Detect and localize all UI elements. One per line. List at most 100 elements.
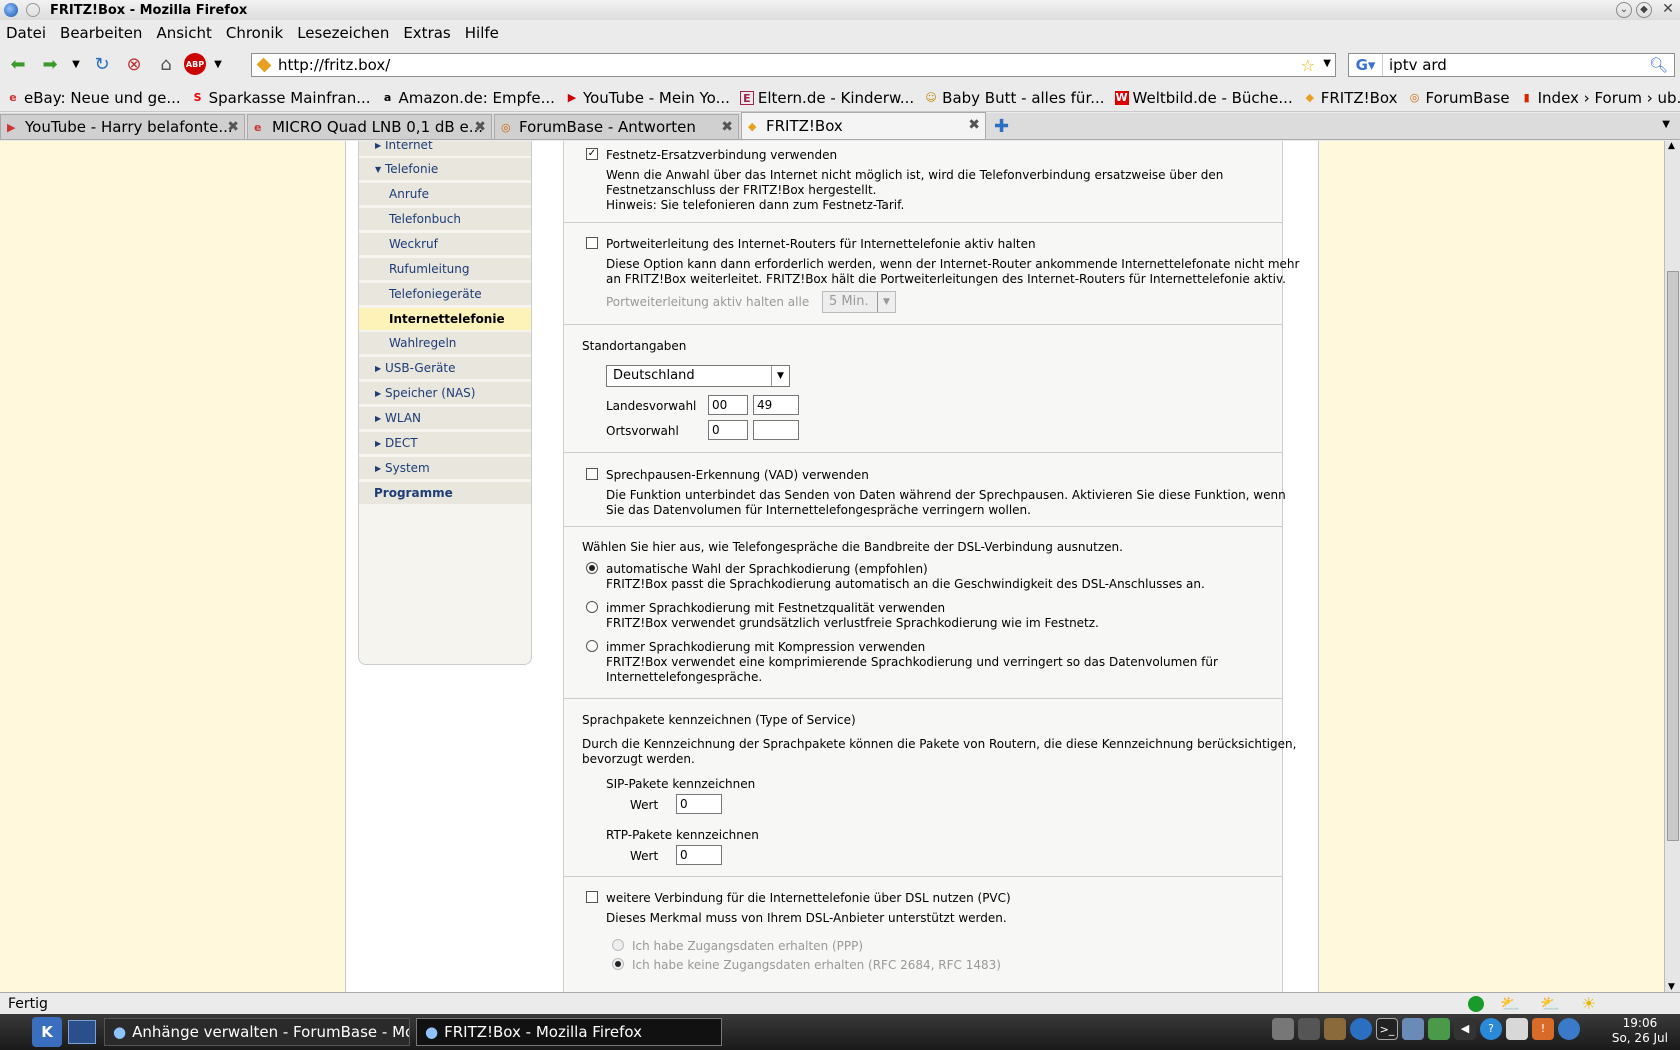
tab-youtube[interactable]: ▶ YouTube - Harry belafonte... ✖ bbox=[0, 114, 245, 139]
country-select[interactable]: Deutschland ▼ bbox=[606, 365, 790, 387]
bookmark-item[interactable]: ▮ Index › Forum › ub... bbox=[1520, 89, 1680, 107]
new-tab-button[interactable]: ✚ bbox=[988, 114, 1018, 139]
close-tab-icon[interactable]: ✖ bbox=[474, 119, 486, 135]
close-tab-icon[interactable]: ✖ bbox=[968, 117, 980, 133]
bookmark-item[interactable]: e eBay: Neue und ge... bbox=[6, 89, 180, 107]
window-menu-icon[interactable] bbox=[26, 3, 40, 17]
rtp-wert-input[interactable]: 0 bbox=[676, 845, 722, 865]
url-dropdown-icon[interactable]: ▼ bbox=[1323, 58, 1331, 69]
taskbar-fritzbox-window[interactable]: ● FRITZ!Box - Mozilla Firefox bbox=[416, 1018, 722, 1046]
history-dropdown-icon[interactable]: ▼ bbox=[68, 50, 84, 78]
search-bar[interactable]: G▾ iptv ard 🔍︎ bbox=[1348, 53, 1675, 77]
pager-icon[interactable] bbox=[1298, 1018, 1320, 1040]
nav-telefonie[interactable]: ▼ Telefonie bbox=[359, 158, 531, 180]
mail-icon[interactable] bbox=[1402, 1018, 1424, 1040]
browser-icon[interactable] bbox=[1350, 1018, 1372, 1040]
bookmark-item[interactable]: S Sparkasse Mainfran... bbox=[191, 89, 371, 107]
festnetz-checkbox[interactable]: ✓ bbox=[586, 148, 598, 160]
landesvorwahl-input[interactable]: 49 bbox=[753, 395, 799, 415]
search-icon[interactable]: 🔍︎ bbox=[1649, 56, 1668, 74]
update-icon[interactable]: ? bbox=[1480, 1018, 1502, 1040]
weather-sun-icon[interactable]: ☀ bbox=[1582, 994, 1596, 1013]
pvc-checkbox[interactable] bbox=[586, 891, 598, 903]
menu-hilfe[interactable]: Hilfe bbox=[465, 24, 499, 42]
nav-internet[interactable]: ▶ Internet bbox=[359, 141, 531, 156]
show-desktop-icon[interactable] bbox=[68, 1020, 96, 1044]
bookmark-star-icon[interactable]: ☆ bbox=[1301, 56, 1315, 75]
bookmark-item[interactable]: ◎ ForumBase bbox=[1408, 89, 1510, 107]
nav-telefoniegeraete[interactable]: Telefoniegeräte bbox=[359, 283, 531, 305]
weather-cloud-sun-icon[interactable]: ⛅ bbox=[1540, 994, 1560, 1013]
sip-wert-input[interactable]: 0 bbox=[676, 794, 722, 814]
menu-ansicht[interactable]: Ansicht bbox=[156, 24, 211, 42]
volume-icon[interactable]: ◀ bbox=[1454, 1018, 1476, 1040]
nav-weckruf[interactable]: Weckruf bbox=[359, 233, 531, 255]
menu-lesezeichen[interactable]: Lesezeichen bbox=[297, 24, 389, 42]
menu-datei[interactable]: Datei bbox=[6, 24, 46, 42]
nav-telefonbuch[interactable]: Telefonbuch bbox=[359, 208, 531, 230]
page-scrollbar[interactable]: ▲ ▼ bbox=[1664, 141, 1680, 992]
bookmark-item[interactable]: a Amazon.de: Empfe... bbox=[381, 89, 555, 107]
nav-wlan[interactable]: ▶ WLAN bbox=[359, 407, 531, 429]
forward-icon[interactable]: ➡ bbox=[36, 50, 64, 78]
codec-auto-radio[interactable] bbox=[586, 562, 598, 574]
menu-bearbeiten[interactable]: Bearbeiten bbox=[60, 24, 142, 42]
kde-menu-icon[interactable]: K bbox=[32, 1017, 62, 1047]
bookmark-item[interactable]: ◆ FRITZ!Box bbox=[1303, 89, 1397, 107]
nav-internettelefonie[interactable]: Internettelefonie bbox=[359, 308, 531, 330]
url-text[interactable]: http://fritz.box/ bbox=[278, 56, 390, 74]
pvc-ppp-radio[interactable] bbox=[612, 939, 624, 951]
close-window-icon[interactable]: ✕ bbox=[1660, 2, 1676, 18]
search-engine-icon[interactable]: G▾ bbox=[1349, 54, 1383, 76]
reload-icon[interactable]: ↻ bbox=[88, 50, 116, 78]
pager-icon[interactable] bbox=[1272, 1018, 1294, 1040]
tab-forumbase[interactable]: ◎ ForumBase - Antworten ✖ bbox=[494, 114, 739, 139]
ortsvorwahl-input[interactable] bbox=[753, 420, 799, 440]
home-icon[interactable]: ⌂ bbox=[152, 50, 180, 78]
portweiterleitung-checkbox[interactable] bbox=[586, 237, 598, 249]
scroll-up-icon[interactable]: ▲ bbox=[1668, 141, 1675, 151]
terminal-icon[interactable]: >_ bbox=[1376, 1018, 1398, 1040]
close-tab-icon[interactable]: ✖ bbox=[227, 119, 239, 135]
adblock-icon[interactable]: ABP bbox=[184, 53, 206, 75]
notes-icon[interactable] bbox=[1506, 1018, 1528, 1040]
nav-speicher[interactable]: ▶ Speicher (NAS) bbox=[359, 382, 531, 404]
close-tab-icon[interactable]: ✖ bbox=[721, 119, 733, 135]
menu-extras[interactable]: Extras bbox=[403, 24, 450, 42]
network-icon[interactable] bbox=[1324, 1018, 1346, 1040]
vad-checkbox[interactable] bbox=[586, 468, 598, 480]
clock[interactable]: 19:06 So, 26 Jul bbox=[1612, 1016, 1668, 1046]
scroll-down-icon[interactable]: ▼ bbox=[1668, 982, 1675, 992]
stop-icon[interactable]: ⊗ bbox=[120, 50, 148, 78]
search-input[interactable]: iptv ard bbox=[1389, 56, 1447, 74]
nav-programme[interactable]: Programme bbox=[359, 482, 531, 504]
alert-icon[interactable]: ! bbox=[1532, 1018, 1554, 1040]
nav-anrufe[interactable]: Anrufe bbox=[359, 183, 531, 205]
tab-micro-lnb[interactable]: e MICRO Quad LNB 0,1 dB e... ✖ bbox=[247, 114, 492, 139]
scrollbar-thumb[interactable] bbox=[1667, 271, 1679, 841]
nav-system[interactable]: ▶ System bbox=[359, 457, 531, 479]
menu-chronik[interactable]: Chronik bbox=[226, 24, 283, 42]
pvc-rfc-radio[interactable] bbox=[612, 958, 624, 970]
bookmark-item[interactable]: ▶ YouTube - Mein Yo... bbox=[565, 89, 730, 107]
clipboard-icon[interactable] bbox=[1428, 1018, 1450, 1040]
url-bar[interactable]: http://fritz.box/ ☆ ▼ bbox=[251, 53, 1336, 77]
taskbar-forumbase-window[interactable]: ● Anhänge verwalten - ForumBase - Mozil bbox=[104, 1018, 410, 1046]
bookmark-item[interactable]: W Weltbild.de - Büche... bbox=[1114, 89, 1293, 107]
tab-fritzbox[interactable]: ◆ FRITZ!Box ✖ bbox=[741, 112, 986, 139]
bookmark-item[interactable]: E Eltern.de - Kinderw... bbox=[739, 89, 914, 107]
minimize-icon[interactable]: ⌄ bbox=[1616, 2, 1632, 18]
codec-festnetz-radio[interactable] bbox=[586, 601, 598, 613]
back-icon[interactable]: ⬅ bbox=[4, 50, 32, 78]
adblock-dropdown-icon[interactable]: ▼ bbox=[210, 50, 226, 78]
nav-wahlregeln[interactable]: Wahlregeln bbox=[359, 332, 531, 354]
interval-select[interactable]: 5 Min. ▼ bbox=[822, 291, 896, 313]
maximize-icon[interactable]: ◆ bbox=[1636, 2, 1652, 18]
safari-icon[interactable] bbox=[1558, 1018, 1580, 1040]
weather-cloud-sun-icon[interactable]: ⛅ bbox=[1500, 994, 1520, 1013]
codec-kompression-radio[interactable] bbox=[586, 640, 598, 652]
bookmark-item[interactable]: ☺ Baby Butt - alles für... bbox=[924, 89, 1104, 107]
nav-rufumleitung[interactable]: Rufumleitung bbox=[359, 258, 531, 280]
nav-dect[interactable]: ▶ DECT bbox=[359, 432, 531, 454]
tab-list-icon[interactable]: ▼ bbox=[1662, 119, 1670, 130]
